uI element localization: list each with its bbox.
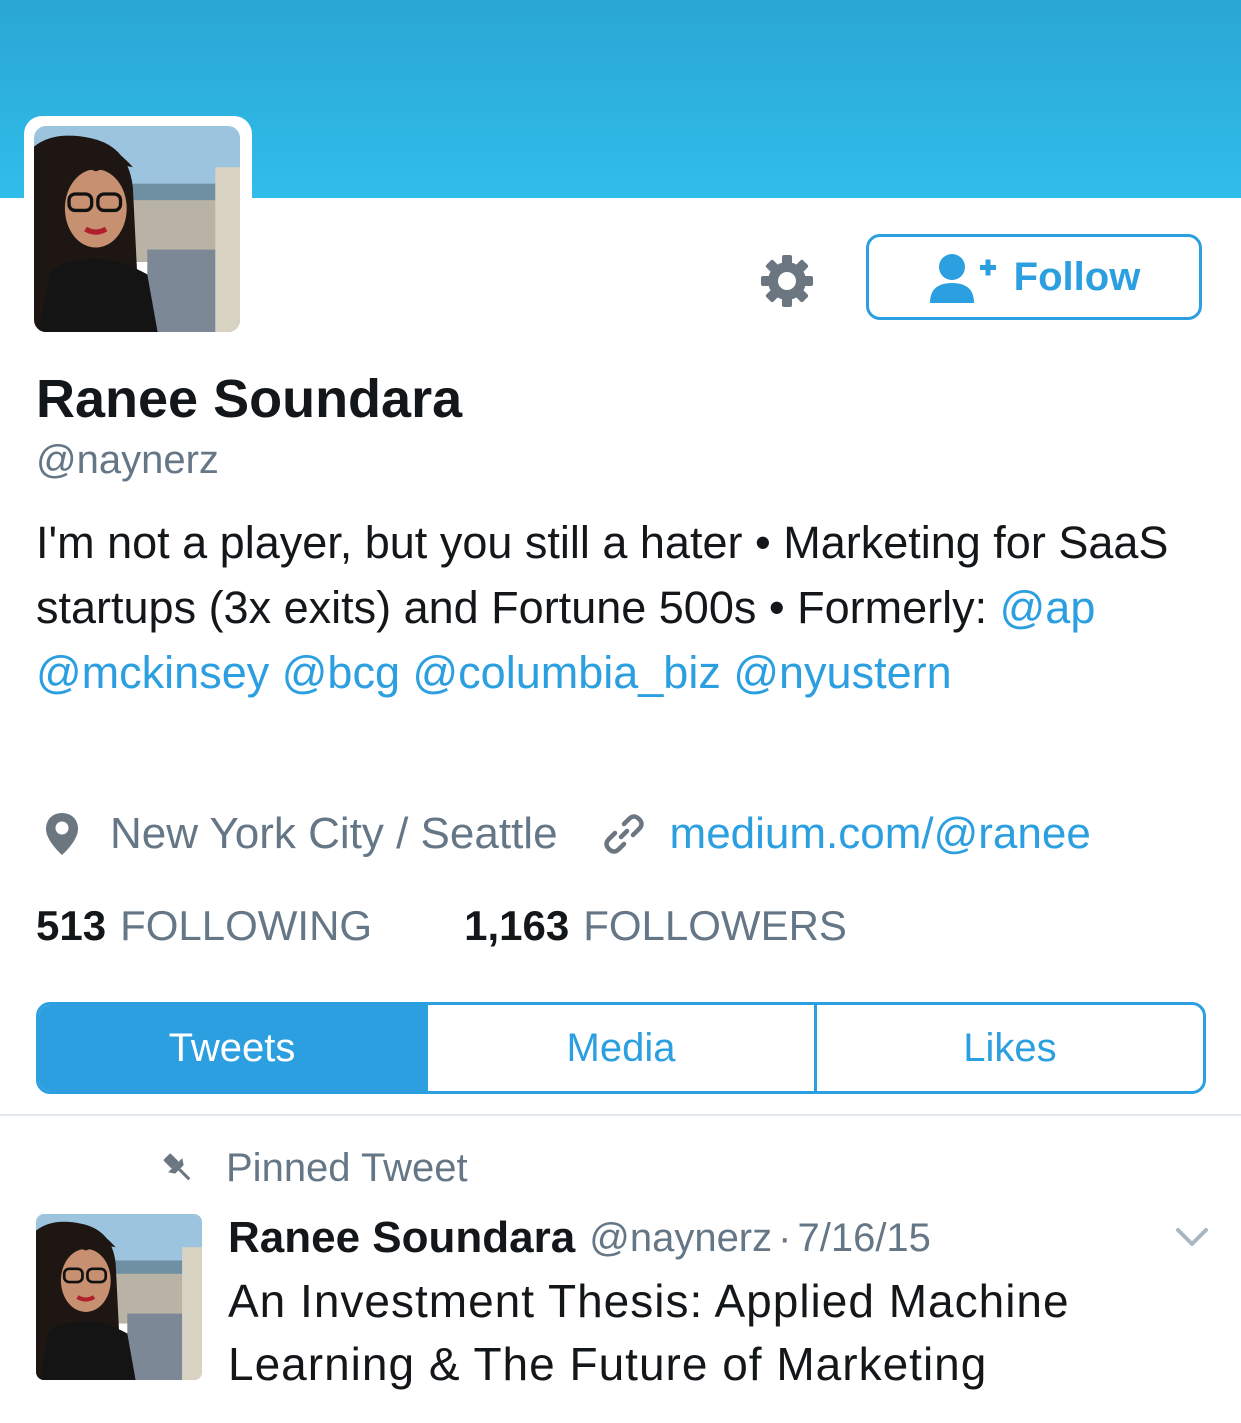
- profile-handle: @naynerz: [36, 438, 219, 482]
- following-stat[interactable]: 513 FOLLOWING: [36, 902, 372, 950]
- bio-mention-mckinsey[interactable]: @mckinsey: [36, 647, 269, 698]
- tweet-text[interactable]: An Investment Thesis: Applied Machine Le…: [228, 1270, 1218, 1396]
- pushpin-icon: [163, 1153, 191, 1181]
- bio-mention-columbia-biz[interactable]: @columbia_biz: [413, 647, 721, 698]
- section-divider: [0, 1114, 1241, 1116]
- bio-mention-ap[interactable]: @ap: [1000, 582, 1096, 633]
- followers-count: 1,163: [464, 902, 570, 949]
- tab-media[interactable]: Media: [425, 1005, 814, 1091]
- tab-tweets[interactable]: Tweets: [39, 1005, 425, 1091]
- tweet-header: Ranee Soundara @naynerz · 7/16/15: [228, 1208, 931, 1268]
- profile-meta: New York City / Seattle medium.com/@rane…: [44, 800, 1224, 868]
- add-user-icon: [929, 254, 996, 303]
- bio-mention-bcg[interactable]: @bcg: [282, 647, 400, 698]
- chevron-down-icon[interactable]: [1172, 1220, 1212, 1252]
- profile-avatar[interactable]: [24, 116, 252, 344]
- profile-location: New York City / Seattle: [110, 809, 558, 858]
- tweet-author-handle[interactable]: @naynerz: [589, 1216, 772, 1261]
- tweet-author-name[interactable]: Ranee Soundara: [228, 1213, 575, 1263]
- pinned-label: Pinned Tweet: [226, 1145, 468, 1190]
- tweet-avatar[interactable]: [36, 1214, 202, 1380]
- profile-bio: I'm not a player, but you still a hater …: [36, 510, 1206, 705]
- gear-icon: [761, 255, 813, 307]
- bio-mention-nyustern[interactable]: @nyustern: [733, 647, 951, 698]
- profile-stats: 513 FOLLOWING 1,163 FOLLOWERS: [36, 898, 847, 954]
- tweet-separator: ·: [778, 1215, 792, 1260]
- profile-website-link[interactable]: medium.com/@ranee: [670, 809, 1091, 859]
- following-count: 513: [36, 902, 107, 949]
- location-pin-icon: [46, 813, 78, 855]
- follow-label: Follow: [1013, 254, 1141, 299]
- profile-tabs: Tweets Media Likes: [36, 1002, 1206, 1094]
- settings-button[interactable]: [756, 250, 818, 312]
- avatar-photo: [34, 126, 240, 332]
- link-icon: [603, 814, 644, 854]
- followers-stat[interactable]: 1,163 FOLLOWERS: [464, 902, 847, 950]
- followers-label: FOLLOWERS: [583, 902, 847, 949]
- tweet-date[interactable]: 7/16/15: [797, 1216, 930, 1261]
- follow-button[interactable]: Follow: [866, 234, 1202, 320]
- following-label: FOLLOWING: [120, 902, 373, 949]
- pinned-indicator: Pinned Tweet: [160, 1140, 468, 1196]
- profile-name: Ranee Soundara: [36, 369, 463, 429]
- bio-text: I'm not a player, but you still a hater …: [36, 517, 1169, 633]
- tab-likes[interactable]: Likes: [814, 1005, 1203, 1091]
